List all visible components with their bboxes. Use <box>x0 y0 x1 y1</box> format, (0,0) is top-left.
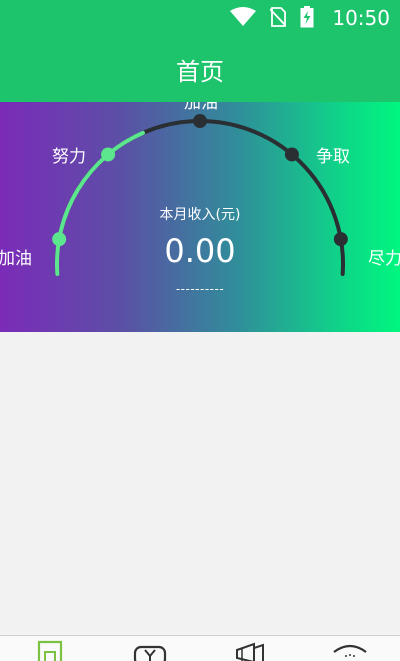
battery-charging-icon <box>300 6 314 28</box>
income-title: 本月收入(元) <box>159 207 241 223</box>
megaphone-icon <box>236 642 264 661</box>
gauge-level-label: 努力 <box>52 147 86 167</box>
yuan-icon <box>133 645 167 661</box>
bottom-nav <box>0 635 400 661</box>
gauge-level-label: 争取 <box>316 147 350 167</box>
nav-item-profile[interactable] <box>300 636 400 661</box>
profile-icon <box>333 644 367 657</box>
nav-item-home[interactable] <box>0 636 100 661</box>
gauge-marker <box>284 147 299 162</box>
status-time: 10:50 <box>332 6 390 30</box>
no-sim-icon <box>270 7 286 27</box>
page-title: 首页 <box>176 58 224 86</box>
status-bar: 10:50 <box>0 0 400 36</box>
gauge-marker <box>101 147 116 162</box>
nav-item-promote[interactable] <box>200 636 300 661</box>
gauge-level-label: 加油 <box>184 102 218 113</box>
nav-item-income[interactable] <box>100 636 200 661</box>
income-value: 0.00 <box>164 232 236 270</box>
wifi-icon <box>230 7 256 26</box>
app-bar: 首页 <box>0 36 400 102</box>
gauge-marker <box>193 114 207 128</box>
income-note: ---------- <box>175 282 225 296</box>
home-icon <box>37 640 63 661</box>
income-gauge-panel: 加油 努力 加油 争取 尽力 本月收入(元) 0.00 ---------- <box>0 102 400 332</box>
status-icons <box>230 6 314 28</box>
